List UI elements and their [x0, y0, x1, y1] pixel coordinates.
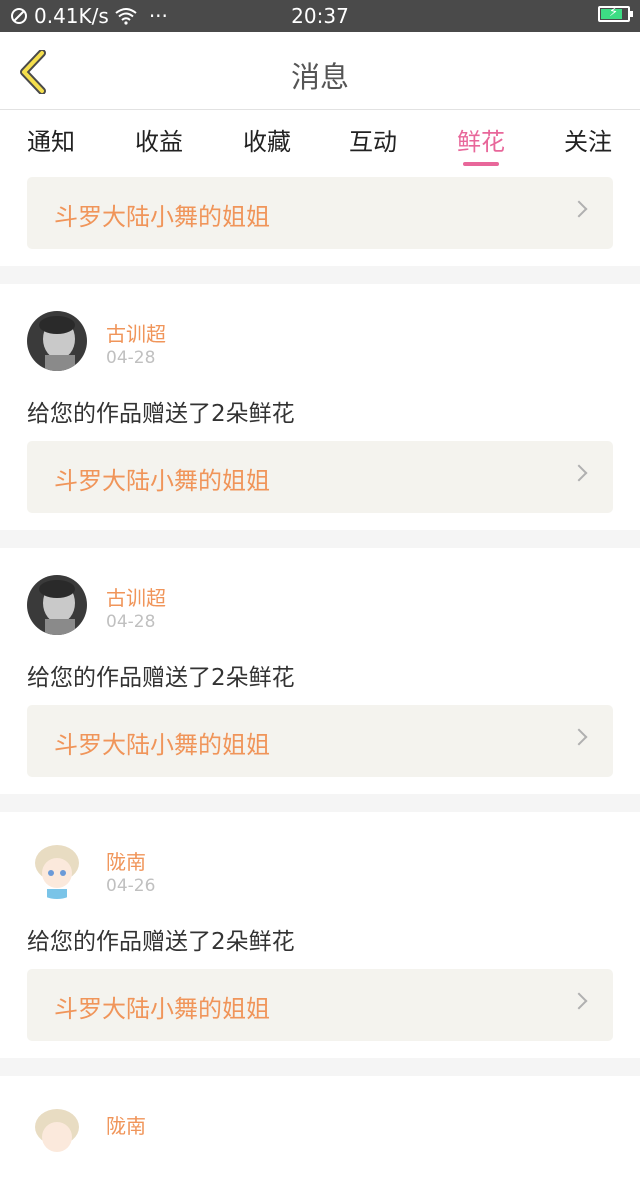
avatar[interactable] [27, 1103, 87, 1163]
tab-label: 鲜花 [457, 128, 505, 156]
date: 04-28 [106, 612, 156, 632]
tab-label: 关注 [564, 128, 612, 156]
tab-label: 收益 [135, 128, 183, 156]
list-item: 陇南 04-26 给您的作品赠送了2朵鲜花 斗罗大陆小舞的姐姐 [0, 812, 640, 1058]
message-text: 给您的作品赠送了2朵鲜花 [27, 665, 295, 691]
work-link[interactable]: 斗罗大陆小舞的姐姐 [27, 441, 613, 513]
tab-flowers[interactable]: 鲜花 [441, 122, 521, 166]
username[interactable]: 陇南 [106, 846, 146, 875]
message-text: 给您的作品赠送了2朵鲜花 [27, 401, 295, 427]
message-list: 斗罗大陆小舞的姐姐 古训超 04-28 给您的作品赠送了2朵鲜花 斗罗大陆小舞的… [0, 168, 640, 1196]
date: 04-26 [106, 876, 156, 896]
work-title: 斗罗大陆小舞的姐姐 [54, 203, 270, 231]
avatar[interactable] [27, 575, 87, 635]
tab-label: 通知 [27, 128, 75, 156]
username[interactable]: 古训超 [106, 318, 166, 347]
tab-bar: 通知 收益 收藏 互动 鲜花 关注 [0, 110, 640, 168]
avatar[interactable] [27, 311, 87, 371]
clock: 20:37 [291, 4, 349, 28]
chevron-right-icon [570, 992, 588, 1010]
chevron-right-icon [570, 200, 588, 218]
chevron-right-icon [570, 464, 588, 482]
avatar[interactable] [27, 839, 87, 899]
work-link[interactable]: 斗罗大陆小舞的姐姐 [27, 705, 613, 777]
work-link[interactable]: 斗罗大陆小舞的姐姐 [27, 177, 613, 249]
chevron-right-icon [570, 728, 588, 746]
list-item: 斗罗大陆小舞的姐姐 [0, 168, 640, 266]
nav-header: 消息 [0, 32, 640, 110]
status-bar: 0.41K/s ··· 20:37 ⚡ [0, 0, 640, 32]
date: 04-28 [106, 348, 156, 368]
username[interactable]: 陇南 [106, 1110, 146, 1139]
list-item: 古训超 04-28 给您的作品赠送了2朵鲜花 斗罗大陆小舞的姐姐 [0, 548, 640, 794]
list-item: 陇南 [0, 1076, 640, 1196]
tab-interactions[interactable]: 互动 [333, 122, 413, 157]
work-link[interactable]: 斗罗大陆小舞的姐姐 [27, 969, 613, 1041]
tab-label: 互动 [349, 128, 397, 156]
tab-favorites[interactable]: 收藏 [227, 122, 307, 157]
battery-icon: ⚡ [598, 5, 633, 22]
tab-earnings[interactable]: 收益 [119, 122, 199, 157]
work-title: 斗罗大陆小舞的姐姐 [54, 467, 270, 495]
work-title: 斗罗大陆小舞的姐姐 [54, 995, 270, 1023]
page-title: 消息 [290, 60, 349, 94]
work-title: 斗罗大陆小舞的姐姐 [54, 731, 270, 759]
tab-notifications[interactable]: 通知 [11, 122, 91, 157]
list-item: 古训超 04-28 给您的作品赠送了2朵鲜花 斗罗大陆小舞的姐姐 [0, 284, 640, 530]
tab-following[interactable]: 关注 [548, 122, 628, 157]
message-text: 给您的作品赠送了2朵鲜花 [27, 929, 295, 955]
tab-label: 收藏 [243, 128, 291, 156]
active-tab-indicator [463, 162, 499, 166]
username[interactable]: 古训超 [106, 582, 166, 611]
